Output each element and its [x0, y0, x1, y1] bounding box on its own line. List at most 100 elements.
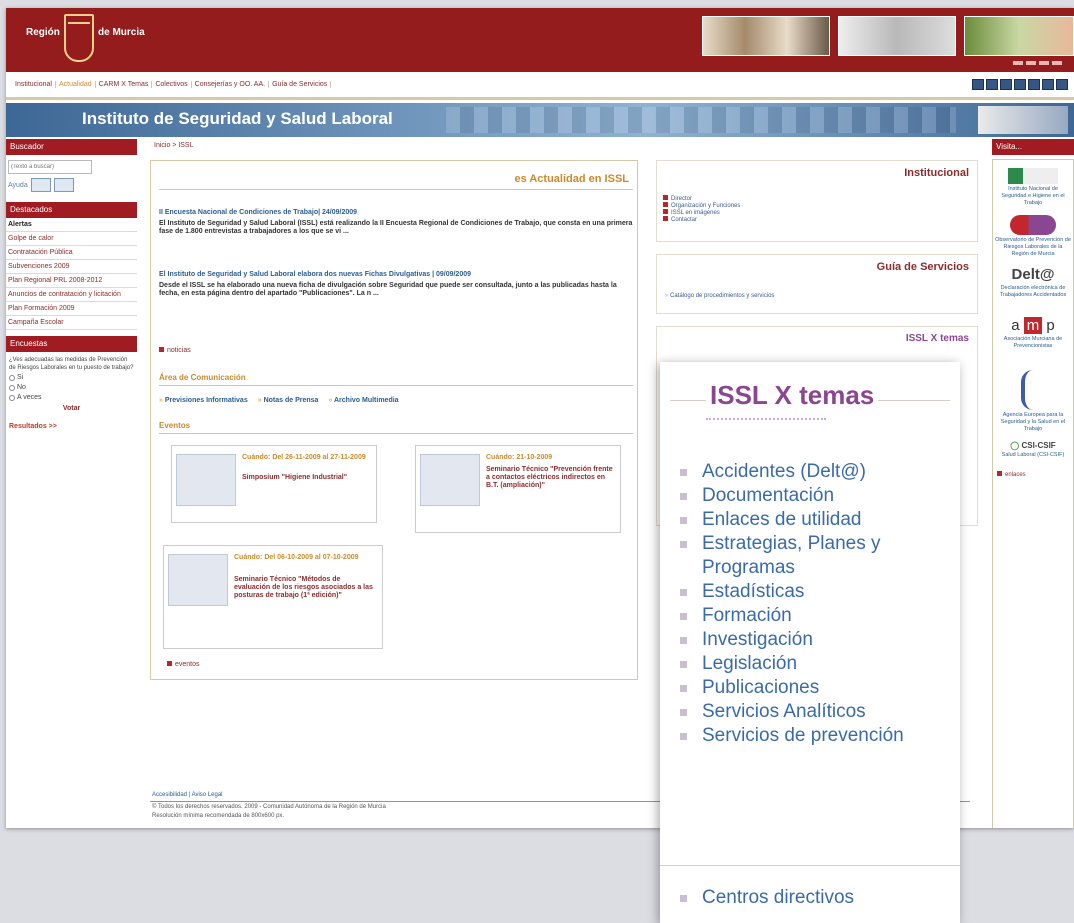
nav-colectivos[interactable]: Colectivos	[152, 81, 192, 88]
csif-logo[interactable]: ◯ CSI-CSIF	[993, 441, 1073, 450]
breadcrumb[interactable]: Inicio > ISSL	[154, 142, 194, 149]
amp-logo-a: a	[1011, 317, 1020, 334]
destacado-campana-escolar[interactable]: Campaña Escolar	[6, 316, 137, 330]
tema-legislacion[interactable]: Legislación	[678, 652, 948, 676]
tema-servicios-analiticos[interactable]: Servicios Analíticos	[678, 700, 948, 724]
poll-option-no[interactable]: No	[9, 384, 134, 392]
results-link[interactable]: Resultados >>	[6, 417, 137, 436]
event-card[interactable]: Cuándo: 21-10-2009 Seminario Técnico "Pr…	[415, 445, 621, 533]
nav-institucional[interactable]: Institucional	[12, 81, 56, 88]
visita-link[interactable]: Agencia Europea para la Seguridad y la S…	[993, 412, 1073, 433]
event-card[interactable]: Cuándo: Del 06-10-2009 al 07-10-2009 Sem…	[163, 545, 383, 649]
destacado-plan-regional[interactable]: Plan Regional PRL 2008-2012	[6, 274, 137, 288]
vote-button[interactable]: Votar	[9, 405, 134, 413]
event-title[interactable]: Seminario Técnico "Métodos de evaluación…	[234, 576, 374, 600]
poll-option-a-veces[interactable]: A veces	[9, 394, 134, 402]
banner-title: Instituto de Seguridad y Salud Laboral	[82, 109, 393, 128]
event-card[interactable]: Cuándo: Del 26-11-2009 al 27-11-2009 Sim…	[171, 445, 377, 523]
top-nav: Institucional Actualidad CARM X Temas Co…	[6, 72, 1074, 100]
destacado-alertas[interactable]: Alertas	[6, 218, 137, 232]
notas-prensa-link[interactable]: » Notas de Prensa	[258, 397, 319, 404]
footer-copyright: © Todos los derechos reservados. 2009 - …	[152, 804, 386, 810]
contactar-link[interactable]: Contactar	[663, 216, 740, 223]
news-title[interactable]: II Encuesta Nacional de Condiciones de T…	[159, 209, 633, 216]
accessibility-icon[interactable]	[1028, 79, 1040, 90]
visita-link[interactable]: Observatorio de Prevención de Riesgos La…	[993, 237, 1073, 258]
help-link[interactable]: Ayuda	[8, 182, 28, 189]
news-title[interactable]: El Instituto de Seguridad y Salud Labora…	[159, 271, 633, 278]
bullet-icon	[167, 661, 172, 666]
agencia-europea-logo[interactable]	[1021, 370, 1045, 410]
tema-investigacion[interactable]: Investigación	[678, 628, 948, 652]
poll-question: ¿Ves adecuadas las medidas de Prevención…	[9, 357, 134, 371]
search-button[interactable]	[53, 178, 74, 192]
catalogo-link[interactable]: » Catálogo de procedimientos y servicios	[665, 293, 774, 299]
poll-option-si[interactable]: Si	[9, 374, 134, 382]
print-icon[interactable]	[1042, 79, 1054, 90]
radio-icon[interactable]	[9, 395, 15, 401]
destacado-subvenciones[interactable]: Subvenciones 2009	[6, 260, 137, 274]
poll-option-label: Si	[17, 374, 24, 381]
tema-centros-directivos[interactable]: Centros directivos	[702, 887, 854, 909]
noticias-label: noticias	[167, 347, 191, 354]
imagenes-link[interactable]: ISSL en imágenes	[663, 209, 740, 216]
issl-logo	[978, 106, 1068, 134]
event-title[interactable]: Seminario Técnico "Prevención frente a c…	[486, 466, 616, 490]
visita-link[interactable]: Salud Laboral (CSI-CSIF)	[993, 452, 1073, 459]
archivo-multimedia-link[interactable]: » Archivo Multimedia	[328, 397, 398, 404]
radio-icon[interactable]	[9, 385, 15, 391]
insht-logo[interactable]	[1008, 168, 1058, 184]
link-label: Catálogo de procedimientos y servicios	[670, 293, 775, 299]
event-when: Cuándo: Del 26-11-2009 al 27-11-2009	[242, 454, 366, 461]
delta-logo[interactable]: Delt@	[993, 266, 1073, 283]
bullet-icon	[997, 471, 1002, 476]
home-icon[interactable]	[972, 79, 984, 90]
help-icon[interactable]	[1056, 79, 1068, 90]
sitemap-icon[interactable]	[986, 79, 998, 90]
search-input[interactable]	[8, 160, 92, 174]
nav-guia-servicios[interactable]: Guía de Servicios	[269, 81, 332, 88]
nav-consejerias[interactable]: Consejerías y OO. AA.	[192, 81, 270, 88]
event-thumbnail	[168, 554, 228, 606]
font-size-icon[interactable]	[1014, 79, 1026, 90]
nav-carm-x-temas[interactable]: CARM X Temas	[96, 81, 153, 88]
visita-link[interactable]: Declaración electrónica de Trabajadores …	[993, 285, 1073, 299]
enlaces-link[interactable]: enlaces	[993, 459, 1073, 490]
destacado-contratacion[interactable]: Contratación Pública	[6, 246, 137, 260]
organizacion-link[interactable]: Organización y Funciones	[663, 202, 740, 209]
director-link[interactable]: Director	[663, 195, 740, 202]
tema-estadisticas[interactable]: Estadísticas	[678, 580, 948, 604]
tema-documentacion[interactable]: Documentación	[678, 484, 948, 508]
tema-estrategias[interactable]: Estrategias, Planes y Programas	[678, 532, 948, 580]
poll-option-label: No	[17, 384, 26, 391]
tema-publicaciones[interactable]: Publicaciones	[678, 676, 948, 700]
amp-logo-m: m	[1023, 317, 1043, 334]
header-photo-2	[838, 16, 956, 56]
tema-servicios-prevencion[interactable]: Servicios de prevención	[678, 724, 948, 748]
previsiones-link[interactable]: » Previsiones Informativas	[159, 397, 248, 404]
divider	[159, 433, 633, 434]
footer-links[interactable]: Accesibilidad | Aviso Legal	[152, 792, 223, 798]
destacado-anuncios[interactable]: Anuncios de contratación y licitación	[6, 288, 137, 302]
mail-icon[interactable]	[1000, 79, 1012, 90]
clear-button[interactable]	[30, 178, 51, 192]
event-thumbnail	[176, 454, 236, 506]
visita-link[interactable]: Asociación Murciana de Prevencionistas	[993, 336, 1073, 350]
radio-icon[interactable]	[9, 375, 15, 381]
tema-accidentes[interactable]: Accidentes (Delt@)	[678, 460, 948, 484]
tema-formacion[interactable]: Formación	[678, 604, 948, 628]
noticias-link[interactable]: noticias	[159, 347, 191, 354]
murcia-shield-logo[interactable]	[64, 14, 94, 62]
temas-list: Accidentes (Delt@) Documentación Enlaces…	[678, 460, 948, 748]
amp-logo[interactable]: a m p	[993, 317, 1073, 334]
eventos-title: Eventos	[159, 421, 191, 430]
visita-link[interactable]: Instituto Nacional de Seguridad e Higien…	[993, 186, 1073, 207]
event-title[interactable]: Simposium "Higiene Industrial"	[242, 474, 372, 482]
nav-actualidad[interactable]: Actualidad	[56, 81, 96, 88]
observatorio-logo[interactable]	[1010, 215, 1056, 235]
comunicacion-title: Área de Comunicación	[159, 373, 246, 382]
tema-enlaces[interactable]: Enlaces de utilidad	[678, 508, 948, 532]
eventos-link[interactable]: eventos	[167, 661, 200, 668]
destacado-golpe-calor[interactable]: Golpe de calor	[6, 232, 137, 246]
destacado-plan-formacion[interactable]: Plan Formación 2009	[6, 302, 137, 316]
